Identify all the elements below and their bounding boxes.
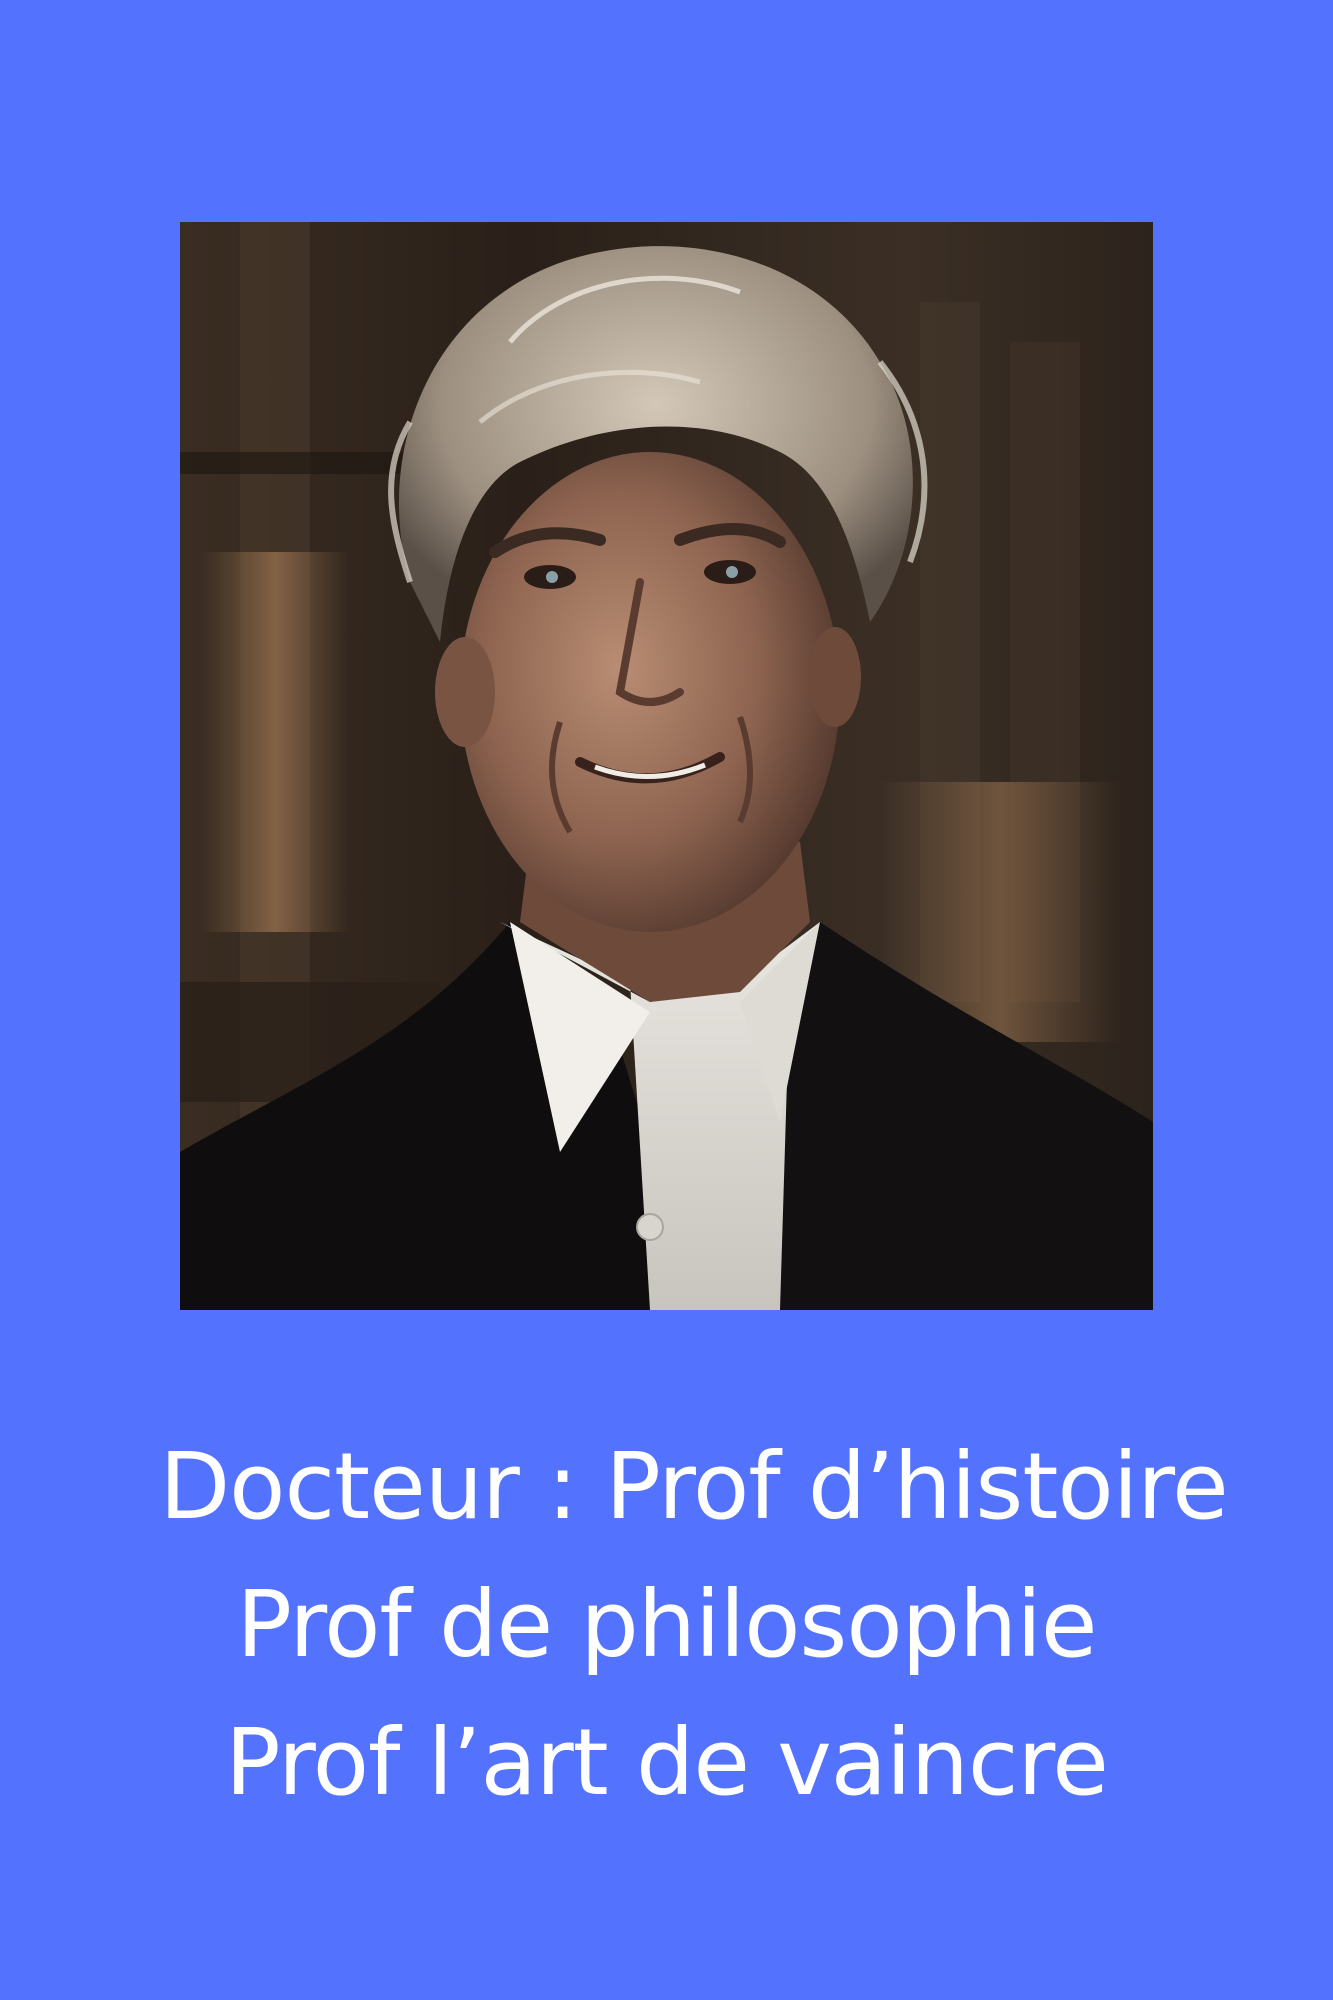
caption-line: Prof de philosophie (236, 1571, 1097, 1678)
portrait-photo (180, 222, 1153, 1310)
caption-text: Docteur : Prof d’histoire Prof de philos… (0, 1418, 1333, 1832)
poster: Docteur : Prof d’histoire Prof de philos… (0, 0, 1333, 2000)
portrait-illustration (180, 222, 1153, 1310)
caption-line: Docteur : Prof d’histoire (159, 1433, 1228, 1540)
caption-line: Prof l’art de vaincre (225, 1709, 1109, 1816)
